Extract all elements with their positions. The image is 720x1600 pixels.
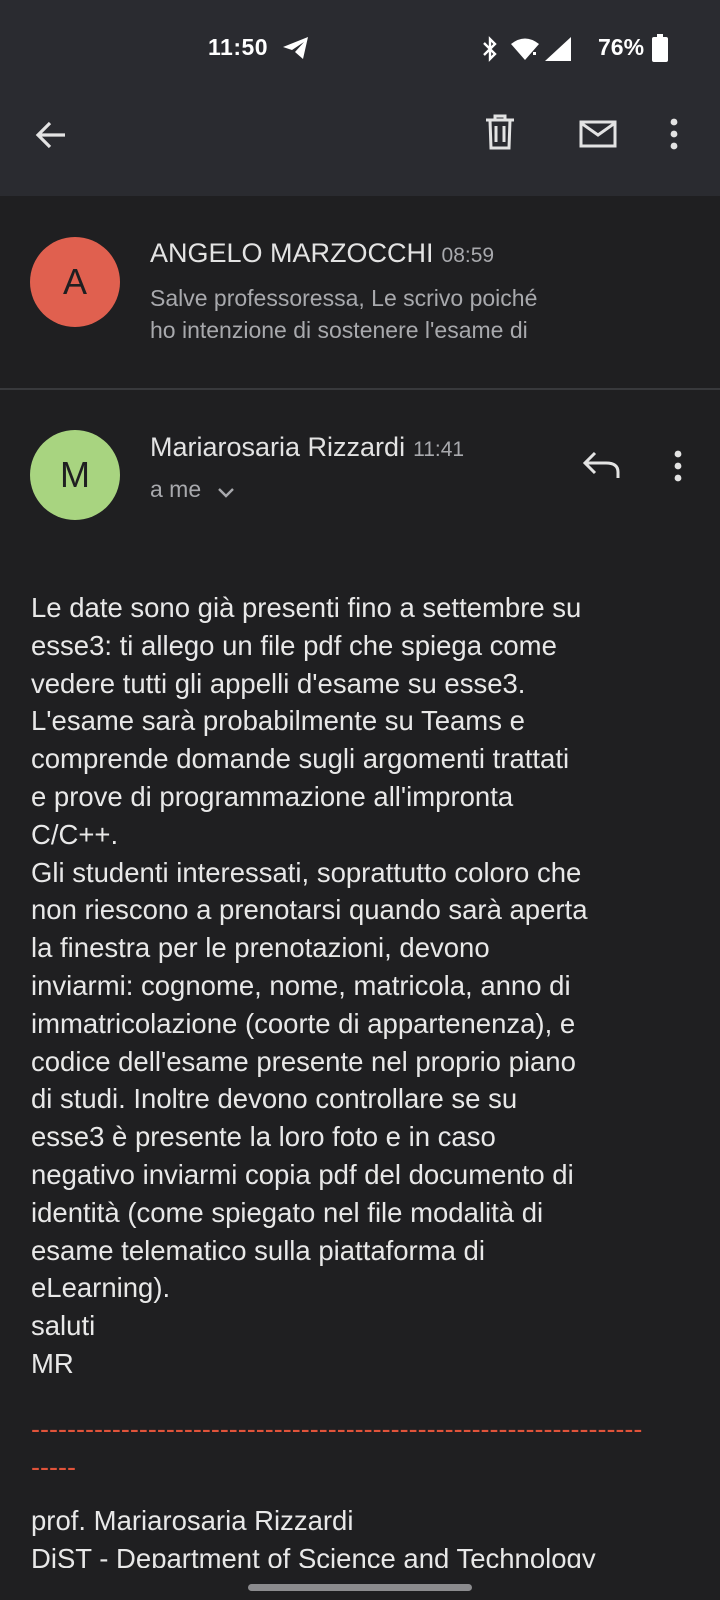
snippet-line: ho intenzione di sostenere l'esame di bbox=[150, 317, 528, 343]
avatar-letter: M bbox=[60, 454, 90, 495]
sender-name: ANGELO MARZOCCHI bbox=[150, 238, 434, 268]
battery-icon bbox=[652, 34, 668, 67]
signal-icon bbox=[544, 36, 572, 67]
mail-icon[interactable] bbox=[579, 120, 617, 153]
toolbar bbox=[0, 96, 720, 196]
wifi-icon bbox=[510, 37, 540, 66]
battery-percent: 76% bbox=[598, 34, 645, 60]
signature-divider: ----------------------------------------… bbox=[31, 1414, 643, 1482]
snippet-line: Salve professoressa, Le scrivo poiché bbox=[150, 285, 538, 311]
recipient-toggle[interactable]: a me bbox=[150, 476, 234, 504]
signature: prof. Mariarosaria Rizzardi DiST - Depar… bbox=[31, 1505, 596, 1574]
message-snippet: Salve professoressa, Le scrivo poiché ho… bbox=[150, 282, 610, 346]
sender-name: Mariarosaria Rizzardi bbox=[150, 432, 406, 462]
avatar: A bbox=[30, 237, 120, 327]
home-gesture-handle[interactable] bbox=[248, 1584, 472, 1591]
message-time: 08:59 bbox=[441, 244, 495, 267]
trash-icon[interactable] bbox=[484, 114, 516, 155]
more-vert-icon[interactable] bbox=[670, 118, 678, 155]
telegram-icon bbox=[282, 36, 310, 65]
reply-icon[interactable] bbox=[582, 451, 620, 484]
message-body: Le date sono già presenti fino a settemb… bbox=[31, 592, 588, 1379]
status-time: 11:50 bbox=[208, 34, 269, 60]
back-arrow-icon[interactable] bbox=[34, 118, 68, 157]
avatar-letter: A bbox=[62, 261, 87, 302]
collapsed-message[interactable]: A ANGELO MARZOCCHI 08:59 Salve professore… bbox=[0, 196, 720, 390]
chevron-down-icon bbox=[217, 477, 234, 504]
sender-row: ANGELO MARZOCCHI 08:59 bbox=[150, 238, 494, 269]
avatar: M bbox=[30, 430, 120, 520]
status-bar: 11:50 76% bbox=[0, 0, 720, 96]
message-more-icon[interactable] bbox=[674, 450, 682, 487]
sender-row: Mariarosaria Rizzardi 11:41 bbox=[150, 432, 464, 463]
bluetooth-icon bbox=[482, 36, 498, 67]
message-time: 11:41 bbox=[413, 438, 465, 461]
recipient-label: a me bbox=[150, 476, 202, 502]
